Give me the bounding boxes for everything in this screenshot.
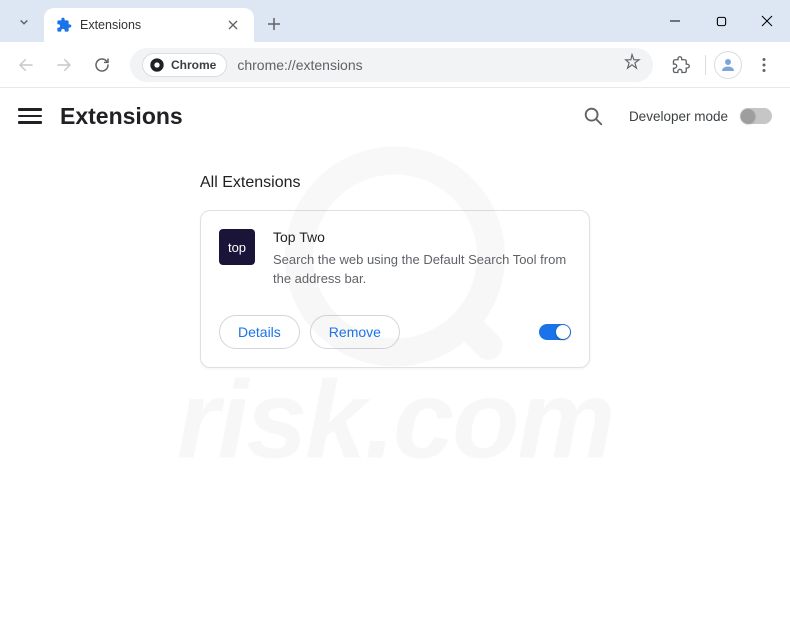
- extension-app-icon: top: [219, 229, 255, 265]
- watermark-text: risk.com: [177, 356, 613, 483]
- tab-title: Extensions: [80, 18, 216, 32]
- page-header: Extensions Developer mode: [0, 88, 790, 144]
- toolbar-divider: [705, 55, 706, 75]
- person-icon: [719, 56, 737, 74]
- arrow-left-icon: [17, 56, 35, 74]
- window-titlebar: Extensions: [0, 0, 790, 42]
- developer-mode-label: Developer mode: [629, 109, 728, 124]
- remove-button[interactable]: Remove: [310, 315, 400, 349]
- close-window-button[interactable]: [744, 0, 790, 42]
- back-button[interactable]: [10, 49, 42, 81]
- profile-button[interactable]: [714, 51, 742, 79]
- chrome-icon: [149, 57, 165, 73]
- extension-card: top Top Two Search the web using the Def…: [200, 210, 590, 368]
- extensions-content: All Extensions top Top Two Search the we…: [0, 144, 790, 368]
- puzzle-icon: [672, 56, 690, 74]
- extension-info: Top Two Search the web using the Default…: [273, 229, 571, 289]
- url-text: chrome://extensions: [237, 57, 613, 73]
- bookmark-button[interactable]: [623, 53, 641, 76]
- hamburger-line-icon: [18, 108, 42, 111]
- extension-description: Search the web using the Default Search …: [273, 251, 571, 289]
- extension-name: Top Two: [273, 229, 571, 245]
- browser-tab[interactable]: Extensions: [44, 8, 254, 42]
- tab-search-button[interactable]: [8, 6, 40, 38]
- close-icon: [761, 15, 773, 27]
- close-icon: [228, 20, 238, 30]
- menu-button[interactable]: [748, 49, 780, 81]
- plus-icon: [267, 17, 281, 31]
- arrow-right-icon: [55, 56, 73, 74]
- window-controls: [652, 0, 790, 42]
- chevron-down-icon: [17, 15, 31, 29]
- address-bar[interactable]: Chrome chrome://extensions: [130, 48, 653, 82]
- maximize-button[interactable]: [698, 0, 744, 42]
- search-icon: [582, 105, 604, 127]
- section-title: All Extensions: [200, 174, 790, 192]
- star-icon: [623, 53, 641, 71]
- developer-mode-toggle[interactable]: [740, 108, 772, 124]
- minimize-icon: [669, 15, 681, 27]
- more-vertical-icon: [756, 57, 772, 73]
- maximize-icon: [716, 16, 727, 27]
- minimize-button[interactable]: [652, 0, 698, 42]
- site-chip[interactable]: Chrome: [142, 53, 227, 77]
- extension-card-top: top Top Two Search the web using the Def…: [219, 229, 571, 289]
- extension-card-actions: Details Remove: [219, 315, 571, 349]
- browser-toolbar: Chrome chrome://extensions: [0, 42, 790, 88]
- extension-enable-toggle[interactable]: [539, 324, 571, 340]
- site-chip-label: Chrome: [171, 58, 216, 72]
- details-button[interactable]: Details: [219, 315, 300, 349]
- search-button[interactable]: [575, 98, 611, 134]
- reload-icon: [93, 56, 111, 74]
- extensions-button[interactable]: [665, 49, 697, 81]
- extension-icon: [56, 17, 72, 33]
- new-tab-button[interactable]: [260, 10, 288, 38]
- hamburger-line-icon: [18, 121, 42, 124]
- forward-button[interactable]: [48, 49, 80, 81]
- hamburger-line-icon: [18, 115, 42, 118]
- reload-button[interactable]: [86, 49, 118, 81]
- tab-close-button[interactable]: [224, 16, 242, 34]
- menu-toggle-button[interactable]: [18, 104, 42, 128]
- page-title: Extensions: [60, 103, 557, 130]
- developer-mode-control: Developer mode: [629, 108, 772, 124]
